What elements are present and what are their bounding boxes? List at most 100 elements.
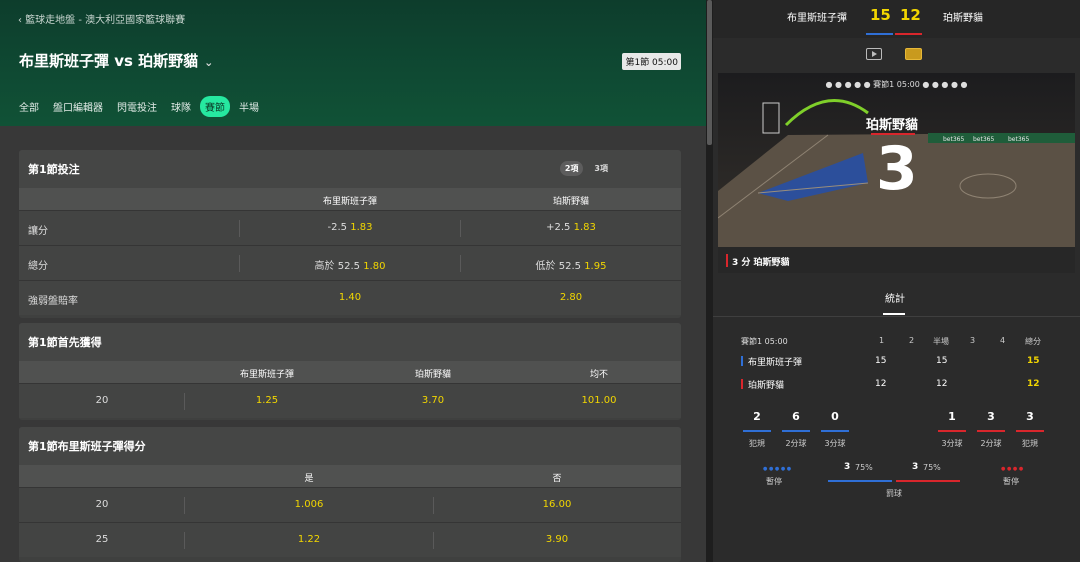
tab-flash-bet[interactable]: 閃電投注 [112,96,162,117]
away-fouls-label: 犯規 [1022,439,1038,448]
scrollbar[interactable] [706,0,713,562]
away-color-bar [895,33,922,35]
home-team-name: 布里斯班子彈 [787,13,847,24]
odds-button[interactable]: +2.5 1.83 [546,222,596,233]
col-q1: 1 [879,336,885,345]
home-ft: 3 [844,462,851,472]
match-title-text: 布里斯班子彈 vs 珀斯野貓 [19,52,199,70]
two-way-pill[interactable]: 2項 [559,161,584,176]
odds-button[interactable]: 低於 52.5 1.95 [536,257,607,272]
tab-half[interactable]: 半場 [234,96,264,117]
odds-button[interactable]: 1.22 [298,534,320,545]
panel-title[interactable]: 第1節布里斯班子彈得分 [19,427,681,465]
period-badge: 第1節 05:00 [622,53,681,70]
chevron-down-icon[interactable]: ⌄ [204,56,213,69]
scrollbar-thumb[interactable] [707,0,712,145]
col-neither: 均不 [589,370,609,380]
match-header: ‹ 籃球走地盤 - 澳大利亞國家籃球聯賽 布里斯班子彈 vs 珀斯野貓 ⌄ 第1節… [0,0,706,126]
home-2pt-label: 2分球 [785,439,807,448]
table-row: 20 1.25 3.70 101.00 [19,383,681,418]
home-ft-pct: 75% [855,463,873,472]
home-3pt-bar [821,430,849,432]
panel-title[interactable]: 第1節首先獲得 [19,323,681,361]
away-half: 12 [936,379,948,389]
home-timeout-label: 暫停 [766,477,782,486]
col-away: 珀斯野貓 [552,197,590,207]
ft-label: 罰球 [886,489,902,498]
live-match-pane: 布里斯班子彈 15 12 珀斯野貓 bet365 bet365 bet365 ●… [713,0,1080,562]
divider [460,220,461,237]
away-fouls-bar [1016,430,1044,432]
odds-button[interactable]: 高於 52.5 1.80 [315,257,386,272]
column-header: 是 否 [19,465,681,487]
col-half: 半場 [933,337,949,346]
home-3pt-label: 3分球 [824,439,846,448]
home-score: 15 [870,6,891,24]
panel-title-text: 第1節首先獲得 [28,336,102,349]
quarter1-betting-panel: 第1節投注 2項 3項 布里斯班子彈 珀斯野貓 讓分 -2.5 1.83 +2.… [19,150,681,318]
odds-value: 2.80 [559,292,583,303]
event-bar: 3 分 珀斯野貓 [718,247,1075,273]
odds-button[interactable]: 1.40 [339,292,361,303]
away-marker [726,254,728,267]
away-score: 12 [900,6,921,24]
table-row: 25 1.22 3.90 [19,522,681,557]
away-fouls: 3 [1026,410,1034,423]
col-q3: 3 [970,336,976,345]
odds-button[interactable]: 1.25 [256,395,278,406]
divider [184,532,185,549]
away-ft-bar [896,480,960,482]
row-label: 20 [95,395,109,406]
svg-text:bet365: bet365 [943,136,964,143]
home-fouls-bar [743,430,771,432]
home-half: 15 [936,356,948,366]
column-header: 布里斯班子彈 珀斯野貓 均不 [19,361,681,383]
tab-underline [883,313,905,315]
odds-button[interactable]: 2.80 [560,292,582,303]
row-label: 讓分 [28,226,48,237]
tab-teams[interactable]: 球隊 [166,96,196,117]
divider [433,497,434,514]
odds-value: 1.40 [338,292,362,303]
away-ft: 3 [912,462,919,472]
svg-text:bet365: bet365 [1008,136,1029,143]
odds-value: 1.95 [584,261,607,272]
tab-quarters[interactable]: 賽節 [200,96,230,117]
odds-value: 1.83 [573,222,596,233]
stats-period: 賽節1 05:00 [741,337,788,346]
event-text: 3 分 珀斯野貓 [732,258,790,268]
court-period: ● ● ● ● ● 賽節1 05:00 ● ● ● ● ● [825,80,968,89]
three-way-pill[interactable]: 3項 [589,161,613,176]
court-team-name: 珀斯野貓 [866,118,919,133]
tab-stats[interactable]: 統計 [885,290,905,305]
odds-button[interactable]: 16.00 [543,499,572,510]
divider [433,532,434,549]
match-title[interactable]: 布里斯班子彈 vs 珀斯野貓 ⌄ [19,50,213,71]
away-team-name: 珀斯野貓 [943,13,983,24]
breadcrumb[interactable]: ‹ 籃球走地盤 - 澳大利亞國家籃球聯賽 [18,11,185,26]
away-ft-pct: 75% [923,463,941,472]
odds-button[interactable]: 101.00 [582,395,617,406]
away-timeout-dots: ● ● ● ● [1001,466,1024,472]
video-play-icon[interactable] [866,48,882,60]
panel-title[interactable]: 第1節投注 2項 3項 [19,150,681,188]
court-view-icon[interactable] [905,48,922,60]
home-3pt: 0 [831,410,839,423]
panel-title-text: 第1節投注 [28,163,80,176]
divider [713,316,1080,317]
table-row: 20 1.006 16.00 [19,487,681,522]
odds-button[interactable]: 1.006 [295,499,324,510]
row-label: 25 [95,534,109,545]
home-color-bar [866,33,893,35]
line-value: 高於 52.5 [314,261,360,272]
home-marker [741,356,743,366]
odds-button[interactable]: 3.70 [422,395,444,406]
market-tabs: 全部 盤口編輯器 閃電投注 球隊 賽節 半場 [19,96,268,117]
first-to-score-panel: 第1節首先獲得 布里斯班子彈 珀斯野貓 均不 20 1.25 3.70 101.… [19,323,681,420]
tab-all[interactable]: 全部 [19,96,44,117]
home-q1: 15 [875,356,887,366]
odds-button[interactable]: 3.90 [546,534,568,545]
odds-button[interactable]: -2.5 1.83 [328,222,373,233]
tab-bet-builder[interactable]: 盤口編輯器 [48,96,108,117]
betting-pane: ‹ 籃球走地盤 - 澳大利亞國家籃球聯賽 布里斯班子彈 vs 珀斯野貓 ⌄ 第1節… [0,0,706,562]
